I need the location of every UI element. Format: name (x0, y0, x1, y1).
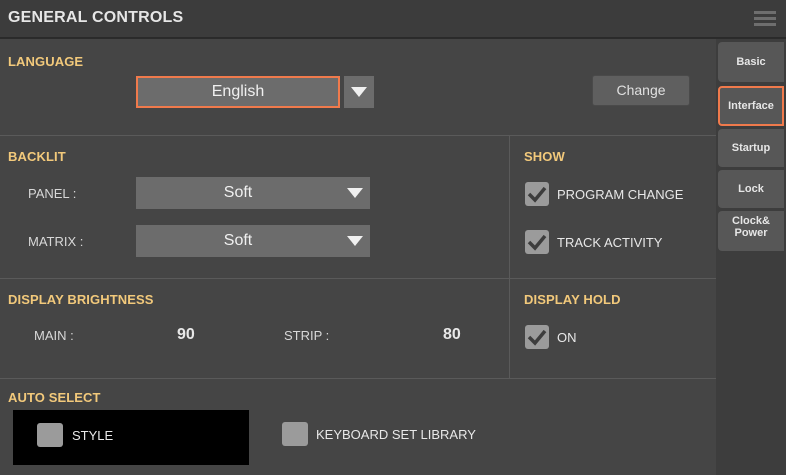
checkmark-icon (527, 186, 547, 203)
matrix-select[interactable]: Soft (136, 225, 340, 257)
chevron-down-icon[interactable] (340, 225, 370, 257)
checkmark-icon (527, 234, 547, 251)
matrix-label: MATRIX : (28, 234, 84, 249)
matrix-value: Soft (223, 232, 253, 249)
track-activity-checkbox[interactable] (525, 230, 549, 254)
display-brightness-section-label: DISPLAY BRIGHTNESS (8, 292, 154, 307)
backlit-section-label: BACKLIT (8, 149, 66, 164)
display-hold-checkbox[interactable] (525, 325, 549, 349)
program-change-label: PROGRAM CHANGE (557, 187, 684, 202)
style-checkbox[interactable] (37, 423, 63, 447)
style-option-panel[interactable]: STYLE (13, 410, 249, 465)
page-title: GENERAL CONTROLS (8, 9, 184, 26)
strip-brightness-label: STRIP : (284, 328, 330, 343)
language-section-label: LANGUAGE (8, 54, 84, 69)
divider (0, 378, 716, 379)
language-select[interactable]: English (136, 76, 340, 108)
divider (0, 278, 716, 279)
title-bar: GENERAL CONTROLS (0, 0, 786, 38)
tab-startup[interactable]: Startup (718, 129, 784, 167)
main-brightness-label: MAIN : (34, 328, 74, 343)
tab-interface[interactable]: Interface (718, 86, 784, 126)
tab-lock[interactable]: Lock (718, 170, 784, 208)
strip-brightness-value[interactable]: 80 (443, 326, 461, 344)
hamburger-menu-icon[interactable] (754, 11, 776, 27)
change-button[interactable]: Change (592, 75, 690, 106)
program-change-checkbox[interactable] (525, 182, 549, 206)
chevron-down-icon[interactable] (340, 177, 370, 209)
panel-label: PANEL : (28, 186, 77, 201)
divider (0, 135, 716, 136)
tab-clock-label: Clock& (732, 215, 770, 227)
panel-value: Soft (223, 184, 253, 201)
display-hold-section-label: DISPLAY HOLD (524, 292, 621, 307)
checkmark-icon (527, 329, 547, 346)
show-section-label: SHOW (524, 149, 565, 164)
style-label: STYLE (72, 428, 114, 443)
tab-power-label: Power (734, 227, 768, 239)
main-brightness-value[interactable]: 90 (177, 326, 195, 344)
chevron-down-icon[interactable] (344, 76, 374, 108)
divider (509, 136, 510, 378)
track-activity-label: TRACK ACTIVITY (557, 235, 663, 250)
keyboard-set-library-label: KEYBOARD SET LIBRARY (316, 427, 476, 442)
tab-sidebar: Basic Interface Startup Lock Clock& Powe… (716, 39, 786, 475)
tab-basic[interactable]: Basic (718, 42, 784, 82)
tab-clock-power[interactable]: Clock& Power (718, 211, 784, 251)
auto-select-section-label: AUTO SELECT (8, 390, 101, 405)
panel-select[interactable]: Soft (136, 177, 340, 209)
display-hold-on-label: ON (557, 330, 577, 345)
keyboard-set-library-checkbox[interactable] (282, 422, 308, 446)
language-value: English (211, 83, 265, 100)
